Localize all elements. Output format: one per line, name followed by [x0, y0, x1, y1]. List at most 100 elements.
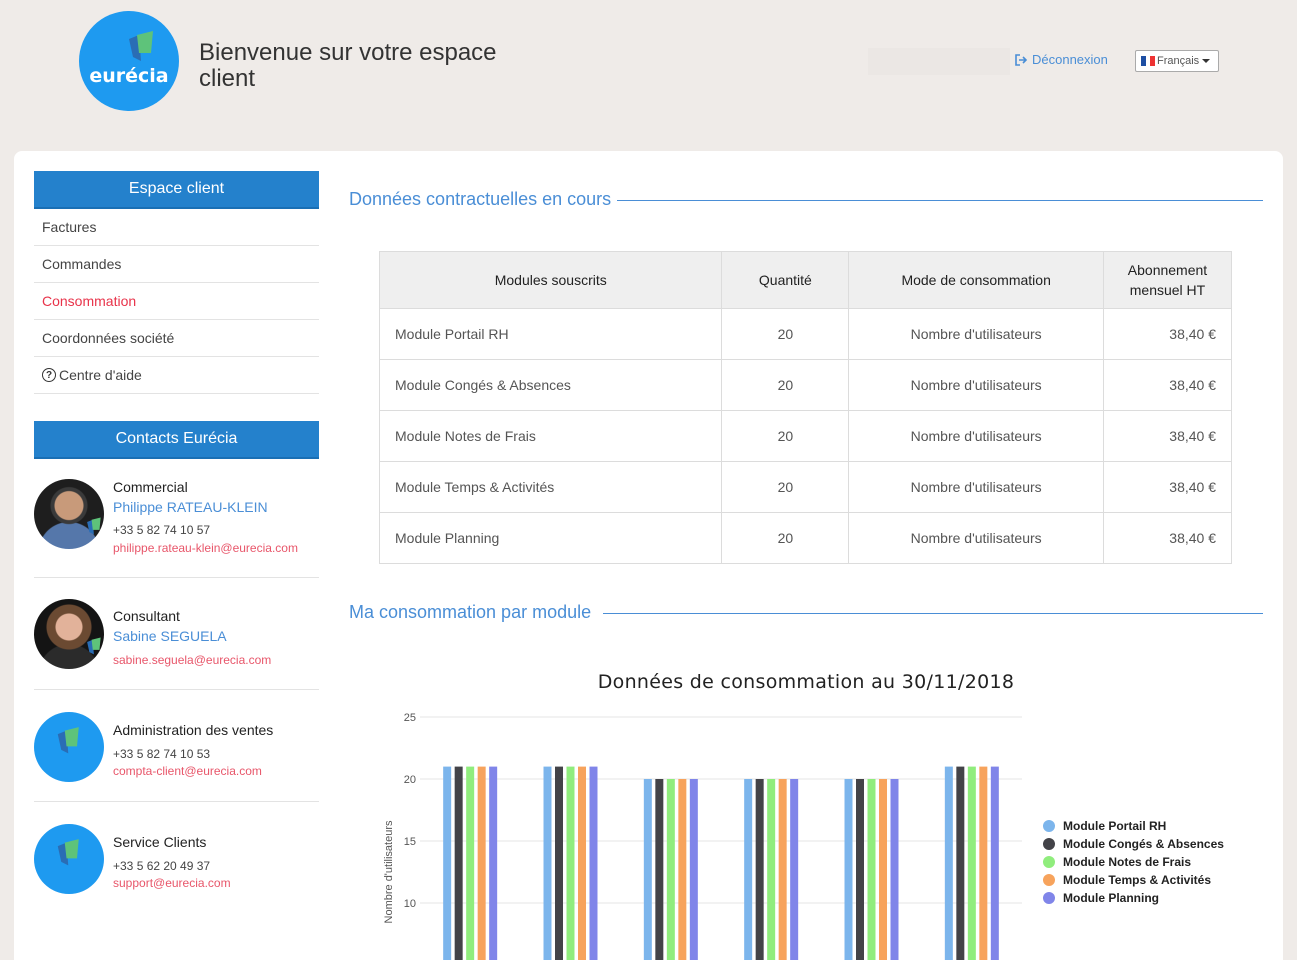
table-cell: 38,40 € [1102, 308, 1233, 360]
consumption-chart: Nombre d'utilisateurs 10 15 20 25 [383, 712, 1022, 960]
contact-email[interactable]: philippe.rateau-klein@eurecia.com [113, 541, 298, 555]
bar[interactable] [578, 766, 586, 960]
section-divider [617, 200, 1263, 201]
y-axis-title: Nombre d'utilisateurs [383, 820, 395, 923]
y-tick-label: 20 [404, 774, 416, 786]
bar[interactable] [844, 779, 853, 960]
table-row: Module Portail RH 20 Nombre d'utilisateu… [378, 308, 1233, 360]
bar[interactable] [643, 779, 652, 960]
contact-role: Consultant [113, 608, 180, 624]
legend-label: Module Planning [1063, 891, 1159, 905]
sidebar-item-factures[interactable]: Factures [34, 209, 319, 246]
bar[interactable] [879, 779, 887, 960]
bar[interactable] [555, 766, 563, 960]
table-cell: 20 [721, 308, 850, 360]
contact-card: Service Clients +33 5 62 20 49 37 suppor… [34, 802, 319, 914]
bar[interactable] [678, 779, 687, 960]
contact-card: Commercial Philippe RATEAU-KLEIN +33 5 8… [34, 459, 319, 578]
language-select[interactable]: Français [1135, 50, 1219, 72]
bar[interactable] [979, 766, 988, 960]
legend-item[interactable]: Module Temps & Activités [1043, 871, 1224, 889]
table-cell: Nombre d'utilisateurs [848, 461, 1104, 513]
contact-phone: +33 5 82 74 10 57 [113, 523, 211, 537]
bar[interactable] [944, 766, 953, 960]
bar[interactable] [477, 766, 486, 960]
help-circle-icon: ? [42, 368, 56, 382]
bar[interactable] [589, 766, 598, 960]
bar[interactable] [543, 766, 552, 960]
sidebar-menu: Factures Commandes Consommation Coordonn… [34, 209, 319, 394]
logout-link[interactable]: Déconnexion [1015, 52, 1108, 67]
bar[interactable] [466, 766, 475, 960]
chart-title: Données de consommation au 30/11/2018 [597, 671, 1015, 693]
bar[interactable] [489, 766, 498, 960]
table-cell: 20 [721, 359, 850, 411]
contact-email[interactable]: sabine.seguela@eurecia.com [113, 653, 271, 667]
sidebar-item-commandes[interactable]: Commandes [34, 246, 319, 283]
bar[interactable] [689, 779, 698, 960]
contact-role: Administration des ventes [113, 722, 274, 738]
legend-item[interactable]: Module Congés & Absences [1043, 835, 1224, 853]
bar[interactable] [890, 779, 899, 960]
column-header: Modules souscrits [378, 251, 723, 309]
welcome-title: Bienvenue sur votre espace client [199, 39, 497, 92]
bar[interactable] [990, 766, 999, 960]
table-row: Module Notes de Frais 20 Nombre d'utilis… [378, 410, 1233, 462]
bar[interactable] [744, 779, 753, 960]
bar[interactable] [755, 779, 764, 960]
bar[interactable] [967, 766, 976, 960]
bar[interactable] [790, 779, 799, 960]
leaf-icon [87, 637, 101, 655]
bar[interactable] [856, 779, 864, 960]
leaf-icon [57, 839, 79, 866]
table-row: Module Temps & Activités 20 Nombre d'uti… [378, 461, 1233, 513]
table-cell: 20 [721, 512, 850, 564]
bar[interactable] [767, 779, 776, 960]
sidebar-item-centre-aide[interactable]: ? Centre d'aide [34, 357, 319, 394]
caret-down-icon [1202, 59, 1211, 63]
chart-legend: Module Portail RH Module Congés & Absence… [1043, 817, 1224, 907]
contact-name[interactable]: Sabine SEGUELA [113, 628, 227, 644]
bar[interactable] [666, 779, 675, 960]
table-row: Module Planning 20 Nombre d'utilisateurs… [378, 512, 1233, 564]
contacts-header: Contacts Eurécia [34, 421, 319, 459]
legend-dot [1043, 892, 1055, 904]
section-divider [603, 613, 1263, 614]
legend-label: Module Notes de Frais [1063, 855, 1192, 869]
table-cell: Nombre d'utilisateurs [848, 512, 1104, 564]
logout-icon [1015, 53, 1028, 66]
legend-item[interactable]: Module Notes de Frais [1043, 853, 1224, 871]
table-cell: Module Notes de Frais [378, 410, 723, 462]
eurecia-logo[interactable]: eurécia [79, 11, 179, 111]
table-header-row: Modules souscrits Quantité Mode de conso… [378, 251, 1233, 309]
contact-card: Administration des ventes +33 5 82 74 10… [34, 690, 319, 802]
legend-label: Module Temps & Activités [1063, 873, 1212, 887]
column-header: Quantité [721, 251, 850, 309]
sidebar-item-consommation[interactable]: Consommation [34, 283, 319, 320]
bar[interactable] [655, 779, 664, 960]
table-row: Module Congés & Absences 20 Nombre d'uti… [378, 359, 1233, 411]
logo-text: eurécia [89, 65, 169, 87]
leaf-icon [129, 31, 153, 61]
y-tick-label: 10 [404, 898, 416, 910]
contact-avatar [34, 712, 104, 782]
bar[interactable] [778, 779, 787, 960]
bar[interactable] [956, 766, 965, 960]
contact-name[interactable]: Philippe RATEAU-KLEIN [113, 499, 268, 515]
contact-email[interactable]: support@eurecia.com [113, 876, 231, 890]
table-cell: 38,40 € [1102, 410, 1233, 462]
legend-item[interactable]: Module Portail RH [1043, 817, 1224, 835]
bar[interactable] [566, 766, 575, 960]
legend-item[interactable]: Module Planning [1043, 889, 1224, 907]
sidebar-item-coordonnees[interactable]: Coordonnées société [34, 320, 319, 357]
consumption-section-title: Ma consommation par module [349, 602, 592, 622]
espace-client-header: Espace client [34, 171, 319, 209]
column-header: Abonnement mensuel HT [1102, 251, 1233, 309]
contact-email[interactable]: compta-client@eurecia.com [113, 764, 262, 778]
column-header: Mode de consommation [848, 251, 1104, 309]
bar[interactable] [454, 766, 463, 960]
contact-phone: +33 5 82 74 10 53 [113, 747, 211, 761]
bar[interactable] [443, 766, 452, 960]
bar[interactable] [867, 779, 876, 960]
contact-card: Consultant Sabine SEGUELA sabine.seguela… [34, 578, 319, 690]
